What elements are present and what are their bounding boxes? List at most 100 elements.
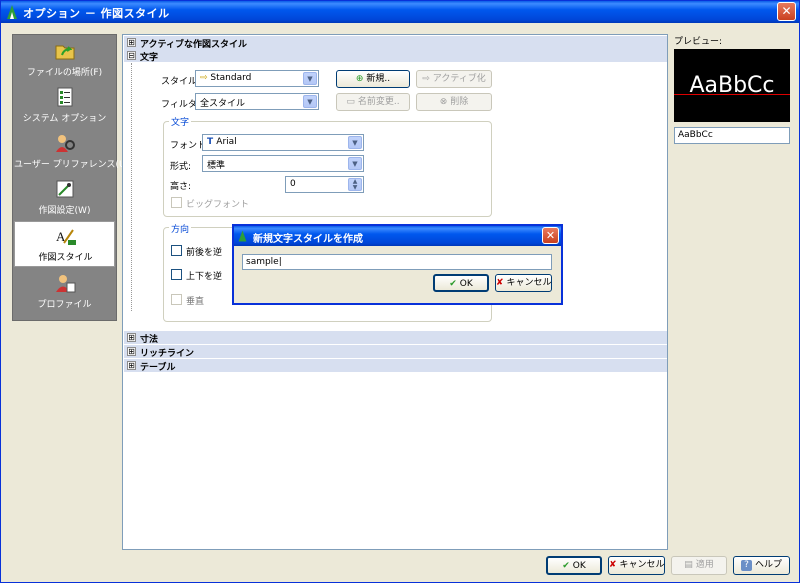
preview-text-input[interactable]: AaBbCc [674,127,790,144]
help-icon: ? [740,560,752,571]
chevron-down-icon[interactable]: ▼ [303,72,317,85]
help-button[interactable]: ? ヘルプ [733,556,790,575]
style-select[interactable]: ⇨ Standard ▼ [195,70,319,87]
sidebar-item-system-options[interactable]: システム オプション [14,83,115,129]
button-label: 適用 [695,560,714,570]
preview-input-value: AaBbCc [678,130,713,140]
sidebar-item-label: 作図スタイル [38,253,93,263]
close-icon: ✕ [545,229,556,242]
app-logo-icon [238,230,247,242]
expand-icon[interactable]: ⊞ [127,361,136,370]
plus-circle-icon: ⊕ [355,74,364,84]
form-label: 形式: [170,162,192,172]
profile-icon [56,275,76,293]
section-title: 寸法 [140,335,159,345]
arrow-right-icon: ⇨ [422,74,430,84]
section-title: 文字 [140,53,159,63]
button-label: キャンセル [619,560,665,570]
check-icon: ✔ [562,561,570,571]
rename-button[interactable]: ▭ 名前変更.. [336,93,410,111]
app-logo-icon [7,5,17,19]
style-value: ⇨ Standard [200,73,251,83]
dialog-cancel-button[interactable]: ✘ キャンセル [495,274,552,292]
system-options-icon [57,87,73,107]
activate-button[interactable]: ⇨ アクティブ化 [416,70,492,88]
dialog-title: 新規文字スタイルを作成 [253,234,363,245]
form-select[interactable]: 標準 ▼ [202,155,364,172]
delete-icon: ⊗ [439,97,448,107]
upside-down-checkbox[interactable] [171,269,182,280]
font-group-title: 文字 [169,115,192,128]
chevron-down-icon[interactable]: ▼ [348,157,362,170]
section-dimension[interactable]: ⊞ 寸法 [124,331,667,345]
button-label: ヘルプ [754,560,782,570]
collapse-icon[interactable]: ⊟ [127,51,136,60]
chevron-down-icon[interactable]: ▼ [303,95,317,108]
category-sidebar: ファイルの場所(F) システム オプション ユーザー プリファレンス(U) 作図… [12,34,130,321]
spinner-arrows-icon[interactable]: ▲ ▼ [348,178,362,191]
cancel-button[interactable]: ✘ キャンセル [608,556,665,575]
sidebar-item-label: ユーザー プリファレンス(U) [14,160,130,170]
sidebar-item-file-locations[interactable]: ファイルの場所(F) [14,37,115,83]
rename-icon: ▭ [346,97,355,107]
section-title: リッチライン [140,349,195,359]
section-text[interactable]: ⊟ 文字 [124,49,667,63]
folder-arrow-icon [55,45,75,60]
button-label: OK [572,561,586,571]
text-style-preview: AaBbCc [674,49,790,122]
vertical-checkbox[interactable] [171,294,182,305]
vertical-label: 垂直 [186,297,205,307]
delete-button[interactable]: ⊗ 削除 [416,93,492,111]
style-name-input[interactable]: sample| [242,254,552,270]
sidebar-item-drawing-style[interactable]: A 作図スタイル [14,221,115,267]
sidebar-item-profile[interactable]: プロファイル [14,269,115,315]
upside-down-label: 上下を逆 [186,272,223,282]
sidebar-item-drafting-settings[interactable]: 作図設定(W) [14,175,115,221]
height-value: 0 [290,179,296,189]
apply-button[interactable]: ▤ 適用 [671,556,727,575]
window-title: オプション － 作図スタイル [23,7,170,20]
close-icon: ✕ [781,4,792,18]
button-label: OK [459,279,473,289]
button-label: 削除 [450,97,469,107]
section-table[interactable]: ⊞ テーブル [124,359,667,373]
dialog-ok-button[interactable]: ✔ OK [433,274,489,292]
sidebar-item-label: システム オプション [22,114,107,124]
height-label: 高さ: [170,182,192,192]
apply-icon: ▤ [684,560,693,570]
dialog-title-bar[interactable]: 新規文字スタイルを作成 ✕ [234,226,561,246]
bigfont-checkbox[interactable] [171,197,182,208]
truetype-font-icon: T [207,137,217,147]
font-select[interactable]: T Arial ▼ [202,134,364,151]
button-label: 名前変更.. [357,97,400,107]
check-icon: ✔ [449,279,457,289]
options-window: オプション － 作図スタイル ✕ ファイルの場所(F) システム オプション ユ… [0,0,800,583]
sidebar-item-label: 作図設定(W) [38,206,91,216]
button-label: 新規.. [366,74,391,84]
backwards-checkbox[interactable] [171,245,182,256]
chevron-down-icon[interactable]: ▼ [348,136,362,149]
section-active-style[interactable]: ⊞ アクティブな作図スタイル [124,36,667,50]
expand-icon[interactable]: ⊞ [127,333,136,342]
expand-icon[interactable]: ⊞ [127,347,136,356]
dialog-close-button[interactable]: ✕ [542,227,559,244]
window-close-button[interactable]: ✕ [777,2,796,21]
section-richline[interactable]: ⊞ リッチライン [124,345,667,359]
filter-value: 全スタイル [200,99,246,109]
new-style-button[interactable]: ⊕ 新規.. [336,70,410,88]
height-spinner[interactable]: 0 ▲ ▼ [285,176,364,193]
title-bar[interactable]: オプション － 作図スタイル ✕ [1,1,799,23]
drawing-style-icon: A [56,229,76,245]
new-text-style-dialog: 新規文字スタイルを作成 ✕ sample| ✔ OK ✘ キャンセル [232,224,563,305]
sidebar-item-label: ファイルの場所(F) [26,68,103,78]
filter-select[interactable]: 全スタイル ▼ [195,93,319,110]
form-value: 標準 [207,161,226,171]
baseline-line [674,94,790,95]
user-preferences-icon [56,135,75,152]
button-label: キャンセル [506,278,552,288]
expand-icon[interactable]: ⊞ [127,38,136,47]
drafting-settings-icon [56,180,74,198]
sidebar-item-label: プロファイル [37,300,92,310]
ok-button[interactable]: ✔ OK [546,556,602,575]
sidebar-item-user-preferences[interactable]: ユーザー プリファレンス(U) [14,129,130,175]
